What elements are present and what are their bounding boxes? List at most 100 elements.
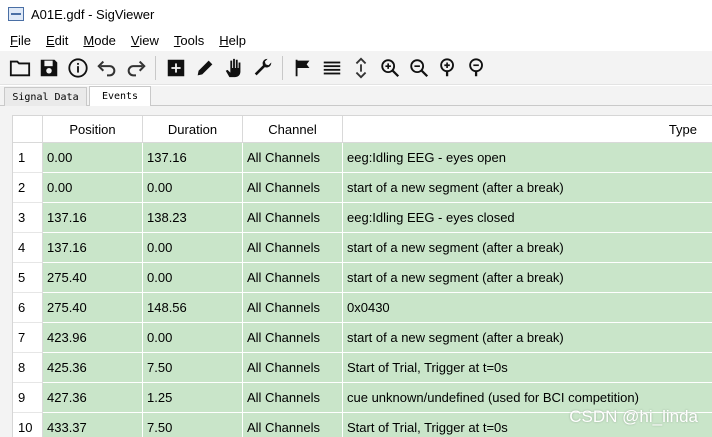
channels-button[interactable]	[317, 53, 346, 83]
cell-type[interactable]: start of a new segment (after a break)	[343, 323, 712, 353]
table-header: Position Duration Channel Type	[13, 116, 712, 143]
column-header-duration[interactable]: Duration	[143, 116, 243, 143]
cell-type[interactable]: eeg:Idling EEG - eyes open	[343, 143, 712, 173]
cell-channel[interactable]: All Channels	[243, 413, 343, 437]
table-row[interactable]: 6 275.40 148.56 All Channels 0x0430	[13, 293, 712, 323]
cell-position[interactable]: 427.36	[43, 383, 143, 413]
menu-help[interactable]: Help	[214, 33, 251, 48]
row-number[interactable]: 7	[13, 323, 43, 353]
row-number[interactable]: 9	[13, 383, 43, 413]
table-row[interactable]: 2 0.00 0.00 All Channels start of a new segm…	[13, 173, 712, 203]
auto-scale-button[interactable]	[346, 53, 375, 83]
row-number[interactable]: 8	[13, 353, 43, 383]
vertical-scale-icon	[355, 57, 366, 78]
cell-channel[interactable]: All Channels	[243, 293, 343, 323]
cell-channel[interactable]: All Channels	[243, 173, 343, 203]
window-title: A01E.gdf - SigViewer	[31, 6, 155, 22]
cell-duration[interactable]: 0.00	[143, 233, 243, 263]
wrench-icon	[254, 58, 271, 75]
cell-type[interactable]: start of a new segment (after a break)	[343, 173, 712, 203]
undo-button[interactable]	[92, 53, 121, 83]
cell-duration[interactable]: 148.56	[143, 293, 243, 323]
row-number[interactable]: 3	[13, 203, 43, 233]
zoom-out-icon	[468, 57, 483, 76]
table-row[interactable]: 5 275.40 0.00 All Channels start of a new se…	[13, 263, 712, 293]
table-corner[interactable]	[13, 116, 43, 143]
cell-type[interactable]: start of a new segment (after a break)	[343, 233, 712, 263]
menu-bar: File Edit Mode View Tools Help	[0, 29, 712, 51]
cell-duration[interactable]: 1.25	[143, 383, 243, 413]
cell-channel[interactable]: All Channels	[243, 353, 343, 383]
menu-file[interactable]: File	[6, 33, 36, 48]
zoom-in-horizontal-button[interactable]	[433, 53, 462, 83]
column-header-channel[interactable]: Channel	[243, 116, 343, 143]
row-number[interactable]: 2	[13, 173, 43, 203]
menu-edit[interactable]: Edit	[41, 33, 73, 48]
scroll-mode-button[interactable]	[219, 53, 248, 83]
row-number[interactable]: 4	[13, 233, 43, 263]
table-row[interactable]: 7 423.96 0.00 All Channels start of a new se…	[13, 323, 712, 353]
add-event-button[interactable]	[161, 53, 190, 83]
table-row[interactable]: 8 425.36 7.50 All Channels Start of Trial, T…	[13, 353, 712, 383]
redo-button[interactable]	[121, 53, 150, 83]
cell-position[interactable]: 275.40	[43, 263, 143, 293]
row-number[interactable]: 1	[13, 143, 43, 173]
cell-position[interactable]: 137.16	[43, 233, 143, 263]
open-button[interactable]	[5, 53, 34, 83]
zoom-out-vertical-button[interactable]	[404, 53, 433, 83]
cell-type[interactable]: cue unknown/undefined (used for BCI comp…	[343, 383, 712, 413]
cell-position[interactable]: 0.00	[43, 143, 143, 173]
tab-signal-data[interactable]: Signal Data	[4, 87, 87, 106]
cell-duration[interactable]: 7.50	[143, 413, 243, 437]
cell-channel[interactable]: All Channels	[243, 203, 343, 233]
cell-channel[interactable]: All Channels	[243, 383, 343, 413]
table-row[interactable]: 9 427.36 1.25 All Channels cue unknown/undef…	[13, 383, 712, 413]
cell-duration[interactable]: 0.00	[143, 263, 243, 293]
cell-position[interactable]: 275.40	[43, 293, 143, 323]
cell-duration[interactable]: 137.16	[143, 143, 243, 173]
cell-duration[interactable]: 7.50	[143, 353, 243, 383]
cell-type[interactable]: start of a new segment (after a break)	[343, 263, 712, 293]
cell-channel[interactable]: All Channels	[243, 233, 343, 263]
cell-duration[interactable]: 0.00	[143, 323, 243, 353]
edit-event-button[interactable]	[190, 53, 219, 83]
save-icon	[40, 59, 57, 76]
cell-channel[interactable]: All Channels	[243, 323, 343, 353]
zoom-out-horizontal-button[interactable]	[462, 53, 491, 83]
menu-mode[interactable]: Mode	[78, 33, 121, 48]
row-number[interactable]: 10	[13, 413, 43, 437]
save-button[interactable]	[34, 53, 63, 83]
cell-position[interactable]: 433.37	[43, 413, 143, 437]
cell-type[interactable]: Start of Trial, Trigger at t=0s	[343, 353, 712, 383]
row-number[interactable]: 5	[13, 263, 43, 293]
cell-position[interactable]: 137.16	[43, 203, 143, 233]
zoom-in-vertical-button[interactable]	[375, 53, 404, 83]
column-header-type[interactable]: Type	[343, 116, 712, 143]
table-row[interactable]: 10 433.37 7.50 All Channels Start of Trial, …	[13, 413, 712, 437]
menu-tools[interactable]: Tools	[169, 33, 209, 48]
cell-position[interactable]: 0.00	[43, 173, 143, 203]
flag-icon	[295, 59, 309, 76]
cell-type[interactable]: 0x0430	[343, 293, 712, 323]
cell-channel[interactable]: All Channels	[243, 143, 343, 173]
settings-mode-button[interactable]	[248, 53, 277, 83]
cell-position[interactable]: 425.36	[43, 353, 143, 383]
cell-duration[interactable]: 0.00	[143, 173, 243, 203]
table-row[interactable]: 4 137.16 0.00 All Channels start of a new se…	[13, 233, 712, 263]
table-row[interactable]: 3 137.16 138.23 All Channels eeg:Idling EEG …	[13, 203, 712, 233]
cell-duration[interactable]: 138.23	[143, 203, 243, 233]
info-button[interactable]	[63, 53, 92, 83]
app-icon	[8, 7, 24, 21]
events-flag-button[interactable]	[288, 53, 317, 83]
cell-type[interactable]: eeg:Idling EEG - eyes closed	[343, 203, 712, 233]
tab-events[interactable]: Events	[89, 86, 151, 106]
cell-position[interactable]: 423.96	[43, 323, 143, 353]
column-header-position[interactable]: Position	[43, 116, 143, 143]
toolbar-separator	[155, 55, 156, 80]
redo-icon	[127, 60, 146, 76]
cell-channel[interactable]: All Channels	[243, 263, 343, 293]
table-row[interactable]: 1 0.00 137.16 All Channels eeg:Idling EEG - …	[13, 143, 712, 173]
row-number[interactable]: 6	[13, 293, 43, 323]
cell-type[interactable]: Start of Trial, Trigger at t=0s	[343, 413, 712, 437]
menu-view[interactable]: View	[126, 33, 164, 48]
